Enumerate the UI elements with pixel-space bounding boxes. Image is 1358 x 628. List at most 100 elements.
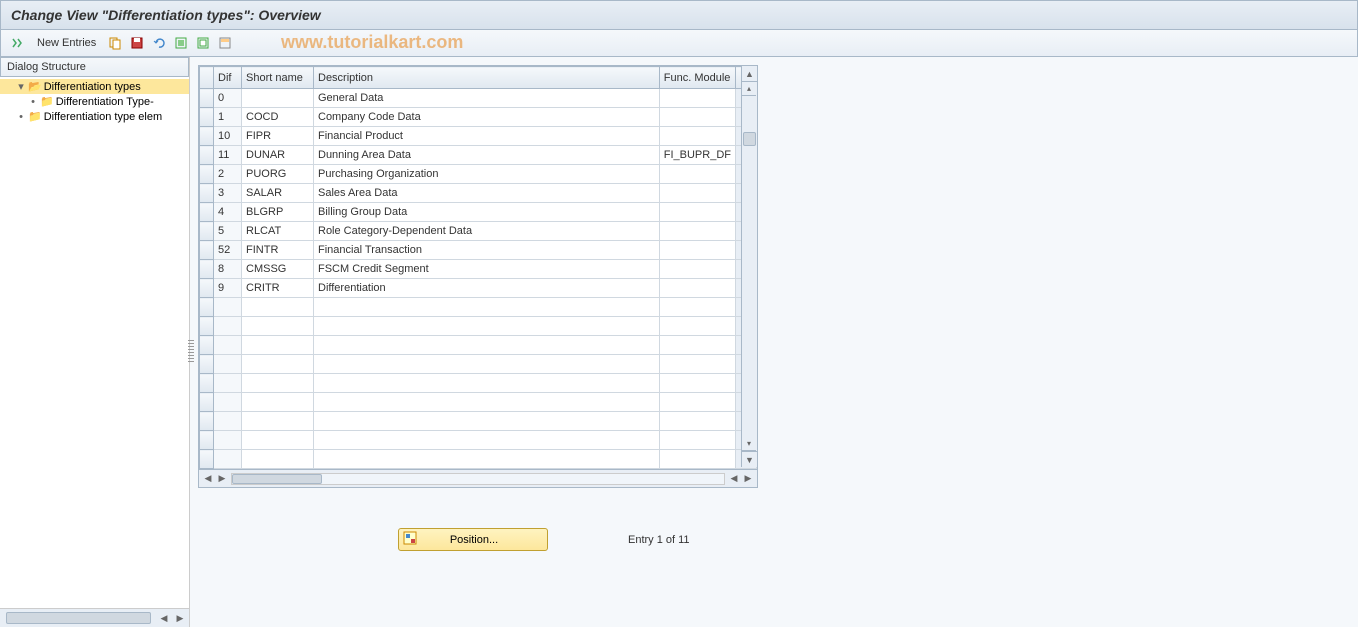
tree-item[interactable]: ▾📂Differentiation types (0, 79, 189, 94)
cell-func[interactable] (659, 260, 735, 279)
cell-desc[interactable]: Purchasing Organization (314, 165, 660, 184)
cell-dif[interactable]: 52 (214, 241, 242, 260)
grid-vscroll[interactable]: ▲ ▴ ▾ ▼ (741, 66, 757, 467)
row-selector[interactable] (200, 241, 214, 260)
scroll-down-icon[interactable]: ▼ (742, 451, 757, 467)
cell-desc[interactable]: General Data (314, 89, 660, 108)
cell-func[interactable] (659, 222, 735, 241)
deselect-icon[interactable] (194, 34, 212, 52)
cell-dif[interactable]: 2 (214, 165, 242, 184)
row-selector[interactable] (200, 222, 214, 241)
cell-dif[interactable]: 1 (214, 108, 242, 127)
hscroll-right2-icon[interactable]: ▶ (741, 473, 755, 484)
cell-short[interactable]: CMSSG (242, 260, 314, 279)
cell-short[interactable]: SALAR (242, 184, 314, 203)
cell-short[interactable]: PUORG (242, 165, 314, 184)
cell-dif[interactable]: 9 (214, 279, 242, 298)
row-selector[interactable] (200, 431, 214, 450)
hscroll-right-icon[interactable]: ◀ (727, 473, 741, 484)
row-selector[interactable] (200, 184, 214, 203)
row-selector[interactable] (200, 127, 214, 146)
row-selector[interactable] (200, 279, 214, 298)
row-selector[interactable] (200, 336, 214, 355)
cell-dif[interactable]: 3 (214, 184, 242, 203)
select-all-icon[interactable] (172, 34, 190, 52)
row-selector[interactable] (200, 165, 214, 184)
cell-desc[interactable]: Role Category-Dependent Data (314, 222, 660, 241)
selection-icon[interactable] (216, 34, 234, 52)
row-selector[interactable] (200, 89, 214, 108)
row-selector[interactable] (200, 298, 214, 317)
cell-short[interactable]: RLCAT (242, 222, 314, 241)
cell-desc[interactable]: Billing Group Data (314, 203, 660, 222)
col-desc[interactable]: Description (314, 67, 660, 89)
scroll-up-icon[interactable]: ▲ (742, 66, 757, 82)
row-selector[interactable] (200, 108, 214, 127)
col-func[interactable]: Func. Module (659, 67, 735, 89)
expand-icon[interactable]: • (28, 96, 38, 108)
undo-icon[interactable] (150, 34, 168, 52)
cell-func[interactable] (659, 279, 735, 298)
cell-dif[interactable]: 5 (214, 222, 242, 241)
cell-dif[interactable]: 11 (214, 146, 242, 165)
col-selector[interactable] (200, 67, 214, 89)
new-entries-button[interactable]: New Entries (31, 35, 102, 51)
cell-func[interactable] (659, 241, 735, 260)
scroll-up-small-icon[interactable]: ▴ (742, 82, 756, 96)
cell-desc[interactable]: Company Code Data (314, 108, 660, 127)
scroll-left-icon[interactable]: ◀ (157, 611, 171, 625)
cell-dif[interactable]: 10 (214, 127, 242, 146)
cell-func[interactable] (659, 108, 735, 127)
cell-func[interactable] (659, 89, 735, 108)
cell-short[interactable]: COCD (242, 108, 314, 127)
scroll-down-small-icon[interactable]: ▾ (742, 437, 756, 451)
cell-dif[interactable]: 4 (214, 203, 242, 222)
cell-desc[interactable]: FSCM Credit Segment (314, 260, 660, 279)
sidebar-hscroll[interactable]: ◀ ▶ (0, 608, 189, 627)
row-selector[interactable] (200, 317, 214, 336)
row-selector[interactable] (200, 393, 214, 412)
cell-dif[interactable]: 0 (214, 89, 242, 108)
cell-short[interactable]: CRITR (242, 279, 314, 298)
row-selector[interactable] (200, 203, 214, 222)
row-selector[interactable] (200, 146, 214, 165)
cell-dif[interactable]: 8 (214, 260, 242, 279)
toggle-detail-icon[interactable] (9, 34, 27, 52)
cell-short[interactable]: DUNAR (242, 146, 314, 165)
col-dif[interactable]: Dif (214, 67, 242, 89)
cell-func[interactable]: FI_BUPR_DF (659, 146, 735, 165)
cell-short[interactable]: BLGRP (242, 203, 314, 222)
tree-item[interactable]: •📁Differentiation type elem (0, 109, 189, 124)
cell-func[interactable] (659, 127, 735, 146)
tree-item[interactable]: •📁Differentiation Type- (0, 94, 189, 109)
cell-func[interactable] (659, 165, 735, 184)
hscroll-left2-icon[interactable]: ▶ (215, 473, 229, 484)
vscroll-thumb[interactable] (743, 132, 756, 146)
scroll-right-icon[interactable]: ▶ (173, 611, 187, 625)
hscroll-thumb[interactable] (232, 474, 322, 484)
row-selector[interactable] (200, 450, 214, 469)
expand-icon[interactable]: ▾ (16, 80, 26, 93)
cell-desc[interactable]: Financial Transaction (314, 241, 660, 260)
copy-icon[interactable] (106, 34, 124, 52)
splitter-handle[interactable] (188, 340, 194, 364)
cell-desc[interactable]: Differentiation (314, 279, 660, 298)
col-short[interactable]: Short name (242, 67, 314, 89)
row-selector[interactable] (200, 412, 214, 431)
cell-desc[interactable]: Dunning Area Data (314, 146, 660, 165)
hscroll-left-icon[interactable]: ◀ (201, 473, 215, 484)
grid-hscroll[interactable]: ◀ ▶ ◀ ▶ (199, 469, 757, 487)
position-button[interactable]: Position... (398, 528, 548, 551)
row-selector[interactable] (200, 374, 214, 393)
save-icon[interactable] (128, 34, 146, 52)
row-selector[interactable] (200, 260, 214, 279)
cell-func[interactable] (659, 203, 735, 222)
cell-desc[interactable]: Financial Product (314, 127, 660, 146)
cell-short[interactable] (242, 89, 314, 108)
cell-func[interactable] (659, 184, 735, 203)
expand-icon[interactable]: • (16, 111, 26, 123)
cell-desc[interactable]: Sales Area Data (314, 184, 660, 203)
cell-short[interactable]: FINTR (242, 241, 314, 260)
row-selector[interactable] (200, 355, 214, 374)
cell-short[interactable]: FIPR (242, 127, 314, 146)
